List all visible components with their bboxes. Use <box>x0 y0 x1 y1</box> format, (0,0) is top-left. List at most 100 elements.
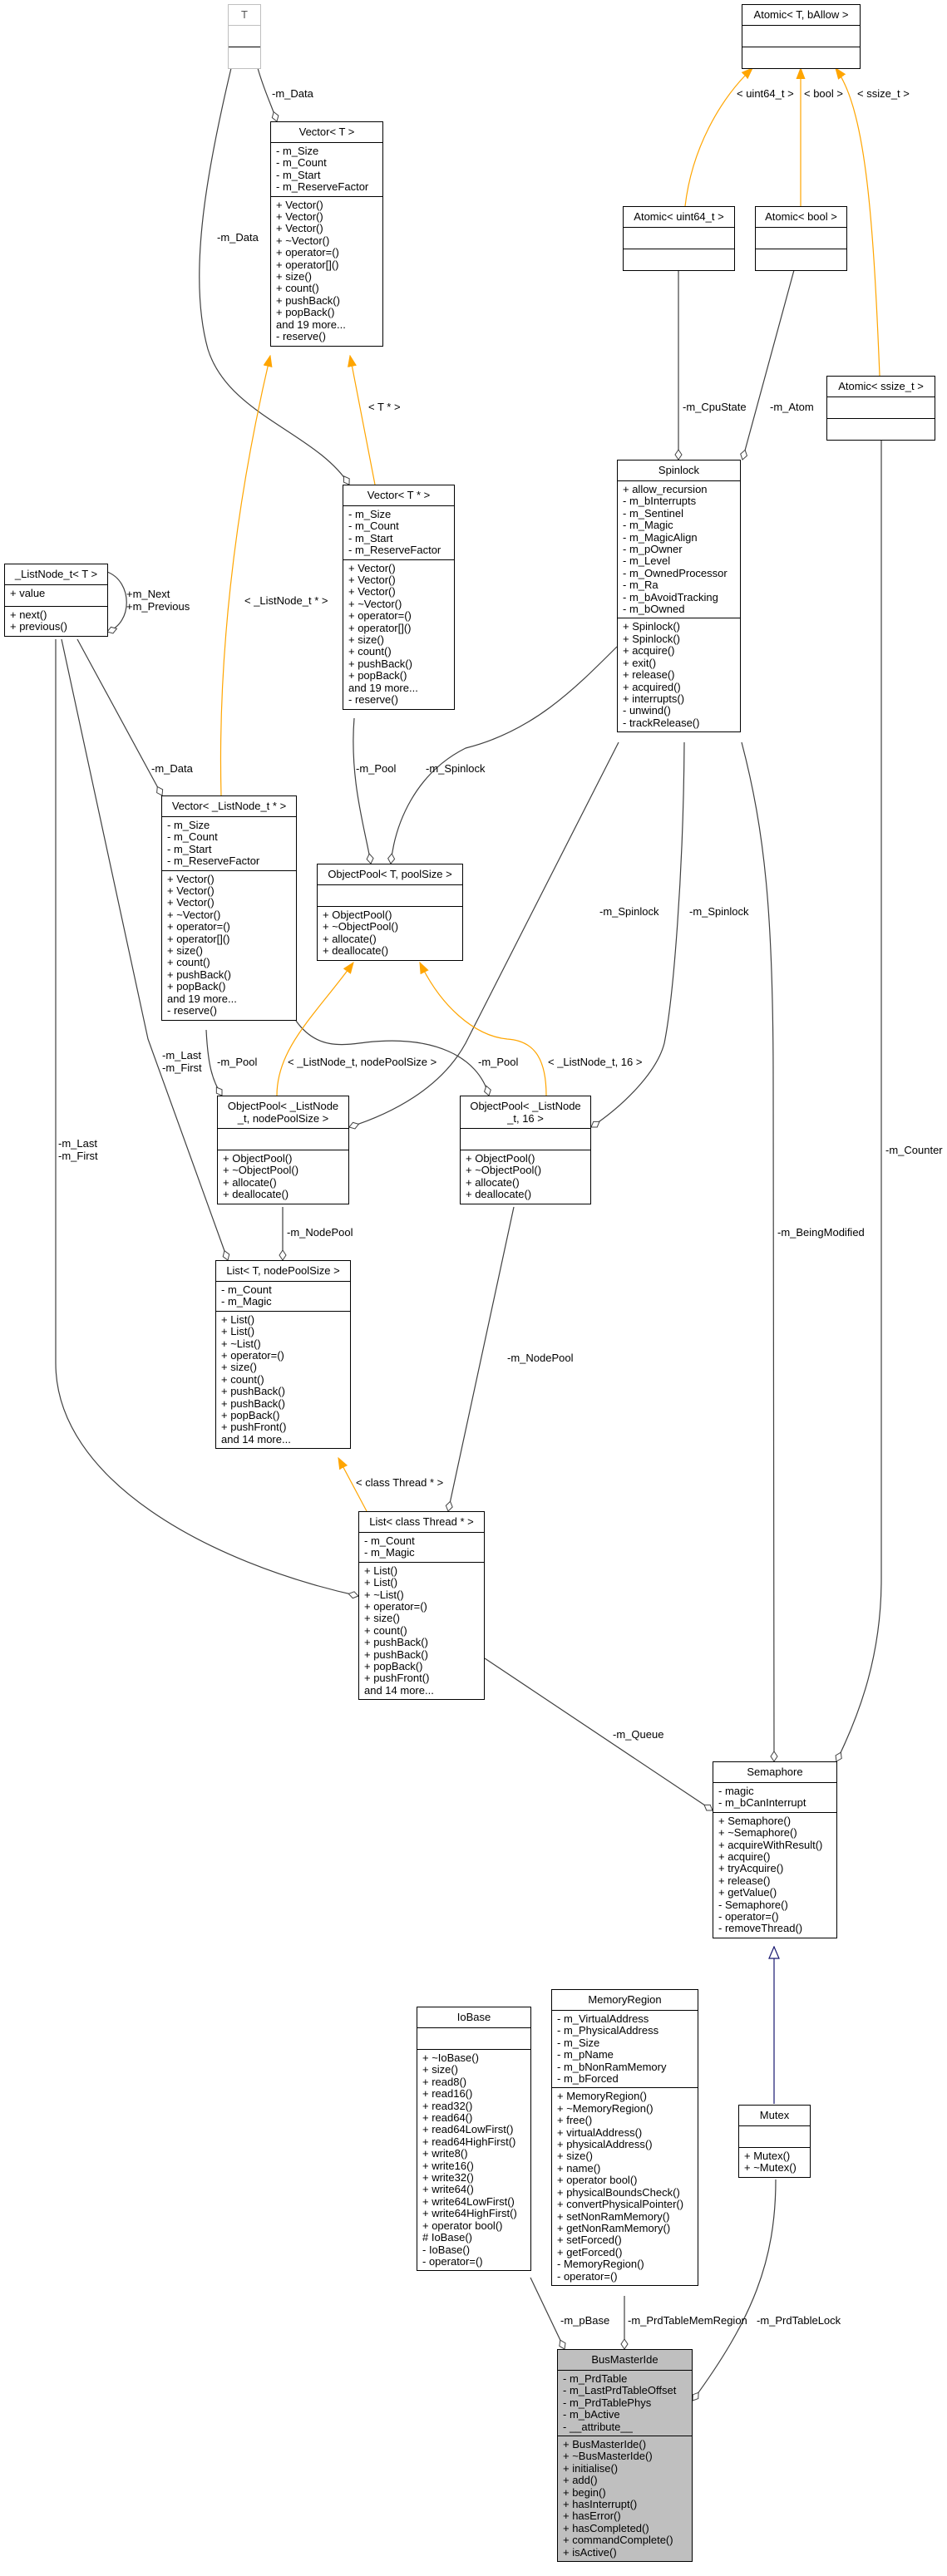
class-methods <box>229 47 260 68</box>
class-name: IoBase <box>417 2007 530 2028</box>
class-method: and 19 more... <box>167 992 237 1005</box>
class-method: + write64() <box>422 2183 474 2196</box>
class-method: + pushBack() <box>221 1385 285 1398</box>
class-box-mutex[interactable]: Mutex + Mutex() + ~Mutex() <box>738 2105 811 2178</box>
class-method: - reserve() <box>276 330 326 343</box>
class-method: + Spinlock() <box>623 620 680 633</box>
class-method: + read8() <box>422 2075 467 2088</box>
class-attribute: + allow_recursion <box>623 483 708 495</box>
class-attributes: + allow_recursion - m_bInterrupts - m_Sent… <box>618 481 740 619</box>
class-box-opln16[interactable]: ObjectPool< _ListNode _t, 16 > + ObjectPo… <box>460 1096 591 1204</box>
edge-label: -m_NodePool <box>507 1352 574 1364</box>
class-method: + read32() <box>422 2099 473 2112</box>
edge-label: < T * > <box>368 401 401 413</box>
class-box-vectortp[interactable]: Vector< T * > - m_Size - m_Count - m_Start -… <box>343 485 455 710</box>
class-method: + size() <box>167 944 203 958</box>
class-methods: + next() + previous() <box>5 607 107 636</box>
class-box-atomicbool[interactable]: Atomic< bool > <box>755 206 847 271</box>
class-method: + free() <box>557 2114 593 2127</box>
class-method: + size() <box>557 2150 593 2163</box>
edge-label: -m_Pool <box>217 1056 258 1068</box>
aggregation-edge-spinlock-to-semaphore <box>741 741 778 1762</box>
class-box-objectpoolt[interactable]: ObjectPool< T, poolSize > + ObjectPool() +… <box>317 864 463 961</box>
class-attribute: - m_Level <box>623 554 671 568</box>
class-box-listtnps[interactable]: List< T, nodePoolSize > - m_Count - m_Magi… <box>215 1260 351 1450</box>
class-method: + Semaphore() <box>718 1814 792 1827</box>
class-attribute: - m_ReserveFactor <box>276 180 369 194</box>
class-method: + setNonRamMemory() <box>557 2209 670 2223</box>
class-attribute: - m_LastPrdTableOffset <box>563 2384 677 2397</box>
class-box-vectorln[interactable]: Vector< _ListNode_t * > - m_Size - m_Count… <box>161 795 297 1021</box>
class-box-listthread[interactable]: List< class Thread * > - m_Count - m_Magic… <box>358 1511 485 1701</box>
class-box-listnode[interactable]: _ListNode_t< T > + value + next() + previou… <box>4 564 108 637</box>
edge-label: -m_CpuState <box>683 401 747 413</box>
class-methods: + ObjectPool() + ~ObjectPool() + allocate(… <box>218 1150 348 1204</box>
class-method: + pushFront() <box>364 1672 430 1685</box>
edge-label: -m_Data <box>272 87 313 100</box>
class-attributes: - magic - m_bCanInterrupt <box>713 1783 836 1813</box>
class-method: + next() <box>10 608 47 621</box>
class-methods: + List() + List() + ~List() + operator=() + … <box>359 1563 484 1699</box>
class-method: + write64HighFirst() <box>422 2207 517 2220</box>
class-method: + List() <box>364 1576 398 1589</box>
class-method: + commandComplete() <box>563 2534 673 2547</box>
class-method: + deallocate() <box>223 1188 289 1201</box>
edge-label: < _ListNode_t * > <box>244 594 328 607</box>
edge-label: -m_Queue <box>613 1728 664 1741</box>
edge-label: -m_Pool <box>356 762 397 775</box>
class-attributes: - m_Count - m_Magic <box>216 1282 350 1312</box>
template-edge-vectortp-to-vectort <box>350 356 376 485</box>
class-method: - MemoryRegion() <box>557 2258 644 2271</box>
class-attribute: - m_pName <box>557 2048 614 2061</box>
class-method: + pushBack() <box>221 1396 285 1410</box>
class-name: _ListNode_t< T > <box>5 564 107 585</box>
class-box-atomicu64[interactable]: Atomic< uint64_t > <box>623 206 735 271</box>
class-method: + read64LowFirst() <box>422 2123 514 2136</box>
class-method: - unwind() <box>623 704 671 717</box>
class-method: + count() <box>364 1623 407 1637</box>
class-method: + Vector() <box>348 585 396 598</box>
class-box-oplnnps[interactable]: ObjectPool< _ListNode _t, nodePoolSize >… <box>217 1096 349 1204</box>
class-method: + ~MemoryRegion() <box>557 2101 654 2115</box>
class-box-busmasteride[interactable]: BusMasterIde - m_PrdTable - m_LastPrdTable… <box>557 2349 693 2563</box>
class-box-iobase[interactable]: IoBase + ~IoBase() + size() + read8() + read… <box>417 2007 531 2272</box>
class-method: + popBack() <box>167 980 226 993</box>
class-attributes <box>739 2126 810 2148</box>
class-method: + ~List() <box>221 1337 261 1350</box>
class-attributes <box>218 1129 348 1150</box>
class-method: + Vector() <box>348 574 396 587</box>
class-attributes <box>461 1129 590 1150</box>
class-attribute: - m_Start <box>167 842 212 855</box>
class-box-vectort[interactable]: Vector< T > - m_Size - m_Count - m_Start - m… <box>270 121 383 347</box>
class-method: + operator=() <box>276 246 339 259</box>
class-methods: + BusMasterIde() + ~BusMasterIde() + initi… <box>558 2436 692 2561</box>
class-box-atomicssize[interactable]: Atomic< ssize_t > <box>826 376 935 441</box>
class-method: + List() <box>221 1325 255 1338</box>
class-attribute: - m_Start <box>276 168 321 181</box>
class-attribute: - m_ReserveFactor <box>167 855 260 868</box>
class-box-atomictballow[interactable]: Atomic< T, bAllow > <box>742 4 861 69</box>
class-attribute: - m_Ra <box>623 579 658 592</box>
class-method: + name() <box>557 2161 601 2175</box>
class-method: + size() <box>348 633 384 647</box>
class-method: and 19 more... <box>276 318 346 331</box>
class-box-spinlock[interactable]: Spinlock + allow_recursion - m_bInterrupts… <box>617 460 741 733</box>
class-method: + size() <box>364 1612 400 1625</box>
edge-label: -m_Last -m_First <box>58 1137 98 1162</box>
class-name: List< class Thread * > <box>359 1512 484 1533</box>
aggregation-edge-opln16-to-listthread <box>445 1206 515 1512</box>
class-attribute: - m_Count <box>276 156 327 170</box>
class-method: + convertPhysicalPointer() <box>557 2198 684 2211</box>
class-attribute: - m_bActive <box>563 2408 620 2421</box>
class-box-memoryregion[interactable]: MemoryRegion - m_VirtualAddress - m_Physic… <box>551 1989 698 2286</box>
class-method: + deallocate() <box>323 944 389 958</box>
class-attributes: - m_Size - m_Count - m_Start - m_ReserveFac… <box>271 143 382 197</box>
class-attribute: - m_bNonRamMemory <box>557 2060 667 2073</box>
aggregation-edge-listnode-to-listnode <box>106 571 127 634</box>
class-methods: + ~IoBase() + size() + read8() + read16() + … <box>417 2050 530 2270</box>
class-name: List< T, nodePoolSize > <box>216 1261 350 1282</box>
class-box-t[interactable]: T <box>228 4 261 69</box>
class-box-semaphore[interactable]: Semaphore - magic - m_bCanInterrupt + Semap… <box>713 1761 837 1938</box>
edge-label: -m_PrdTableLock <box>757 2314 841 2327</box>
class-method: + ~List() <box>364 1588 404 1601</box>
